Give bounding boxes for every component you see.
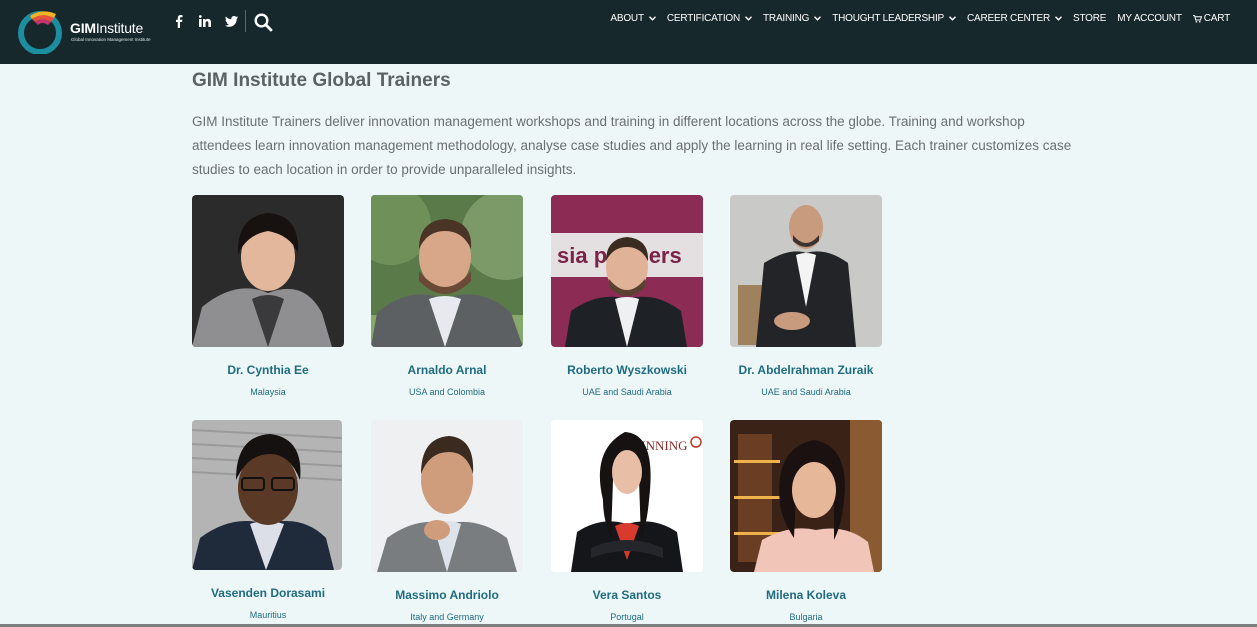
- trainer-location: Mauritius: [249, 610, 287, 620]
- trainer-name[interactable]: Arnaldo Arnal: [371, 363, 523, 377]
- chevron-down-icon: [648, 16, 656, 21]
- intro-paragraph: GIM Institute Trainers deliver innovatio…: [192, 114, 1072, 177]
- search-icon[interactable]: [254, 13, 273, 32]
- trainer-location: UAE and Saudi Arabia: [582, 387, 672, 397]
- trainer-card[interactable]: Milena Koleva Bulgaria: [730, 420, 882, 622]
- nav-store[interactable]: STORE: [1073, 13, 1106, 24]
- linkedin-icon[interactable]: [198, 14, 212, 28]
- cart-icon: [1192, 14, 1202, 23]
- trainer-photo[interactable]: [730, 195, 882, 347]
- trainer-photo[interactable]: WINNING: [551, 420, 703, 572]
- gim-institute-logo[interactable]: GIMInstitute Global Innovation Managemen…: [16, 6, 166, 54]
- trainer-location: UAE and Saudi Arabia: [761, 387, 851, 397]
- nav-cart[interactable]: CART: [1192, 13, 1230, 24]
- trainer-card[interactable]: Arnaldo Arnal USA and Colombia: [371, 195, 523, 397]
- trainer-name[interactable]: Vera Santos: [551, 588, 703, 602]
- nav-training[interactable]: TRAINING: [763, 13, 822, 24]
- trainer-name[interactable]: Dr. Cynthia Ee: [192, 363, 344, 377]
- trainer-card[interactable]: Vasenden Dorasami Mauritius: [192, 420, 344, 620]
- nav-career-center[interactable]: CAREER CENTER: [967, 13, 1062, 24]
- trainer-photo[interactable]: [192, 195, 344, 347]
- trainer-location: Italy and Germany: [410, 612, 484, 622]
- social-links: [172, 12, 238, 30]
- trainer-location: USA and Colombia: [408, 387, 486, 397]
- logo-wordmark: GIMInstitute: [70, 20, 144, 36]
- header-divider: [245, 10, 246, 32]
- nav-certification[interactable]: CERTIFICATION: [667, 13, 753, 24]
- logo-tagline: Global Innovation Management Institute: [71, 37, 151, 42]
- trainer-location: Malaysia: [250, 387, 286, 397]
- logo-mark-icon: [18, 11, 62, 54]
- trainer-card[interactable]: Dr. Cynthia Ee Malaysia: [192, 195, 344, 397]
- trainer-card[interactable]: Dr. Abdelrahman Zuraik UAE and Saudi Ara…: [730, 195, 882, 397]
- trainer-photo[interactable]: [371, 420, 523, 572]
- main-menu: ABOUT CERTIFICATION TRAINING THOUGHT LEA…: [610, 13, 1230, 24]
- trainer-card[interactable]: sia partners Roberto Wyszkowski UAE and …: [551, 195, 703, 397]
- trainer-location: Portugal: [610, 612, 644, 622]
- nav-my-account[interactable]: MY ACCOUNT: [1117, 13, 1182, 24]
- trainer-name[interactable]: Dr. Abdelrahman Zuraik: [730, 363, 882, 377]
- trainer-name[interactable]: Massimo Andriolo: [371, 588, 523, 602]
- nav-thought-leadership[interactable]: THOUGHT LEADERSHIP: [832, 13, 956, 24]
- page-title: GIM Institute Global Trainers: [192, 70, 451, 91]
- chevron-down-icon: [745, 16, 753, 21]
- trainer-photo[interactable]: [192, 420, 342, 570]
- chevron-down-icon: [1054, 16, 1062, 21]
- facebook-icon[interactable]: [172, 14, 186, 28]
- top-navigation-bar: GIMInstitute Global Innovation Managemen…: [0, 0, 1257, 64]
- trainer-card[interactable]: WINNING Vera Santos Portugal: [551, 420, 703, 622]
- trainer-photo[interactable]: [371, 195, 523, 347]
- nav-about[interactable]: ABOUT: [610, 13, 656, 24]
- trainer-name[interactable]: Vasenden Dorasami: [192, 586, 344, 600]
- twitter-icon[interactable]: [224, 14, 238, 28]
- trainer-name[interactable]: Milena Koleva: [730, 588, 882, 602]
- trainer-photo[interactable]: sia partners: [551, 195, 703, 347]
- trainer-card[interactable]: Massimo Andriolo Italy and Germany: [371, 420, 523, 622]
- trainer-location: Bulgaria: [789, 612, 823, 622]
- trainer-name[interactable]: Roberto Wyszkowski: [551, 363, 703, 377]
- chevron-down-icon: [949, 16, 956, 21]
- trainer-photo[interactable]: [730, 420, 882, 572]
- chevron-down-icon: [814, 16, 822, 21]
